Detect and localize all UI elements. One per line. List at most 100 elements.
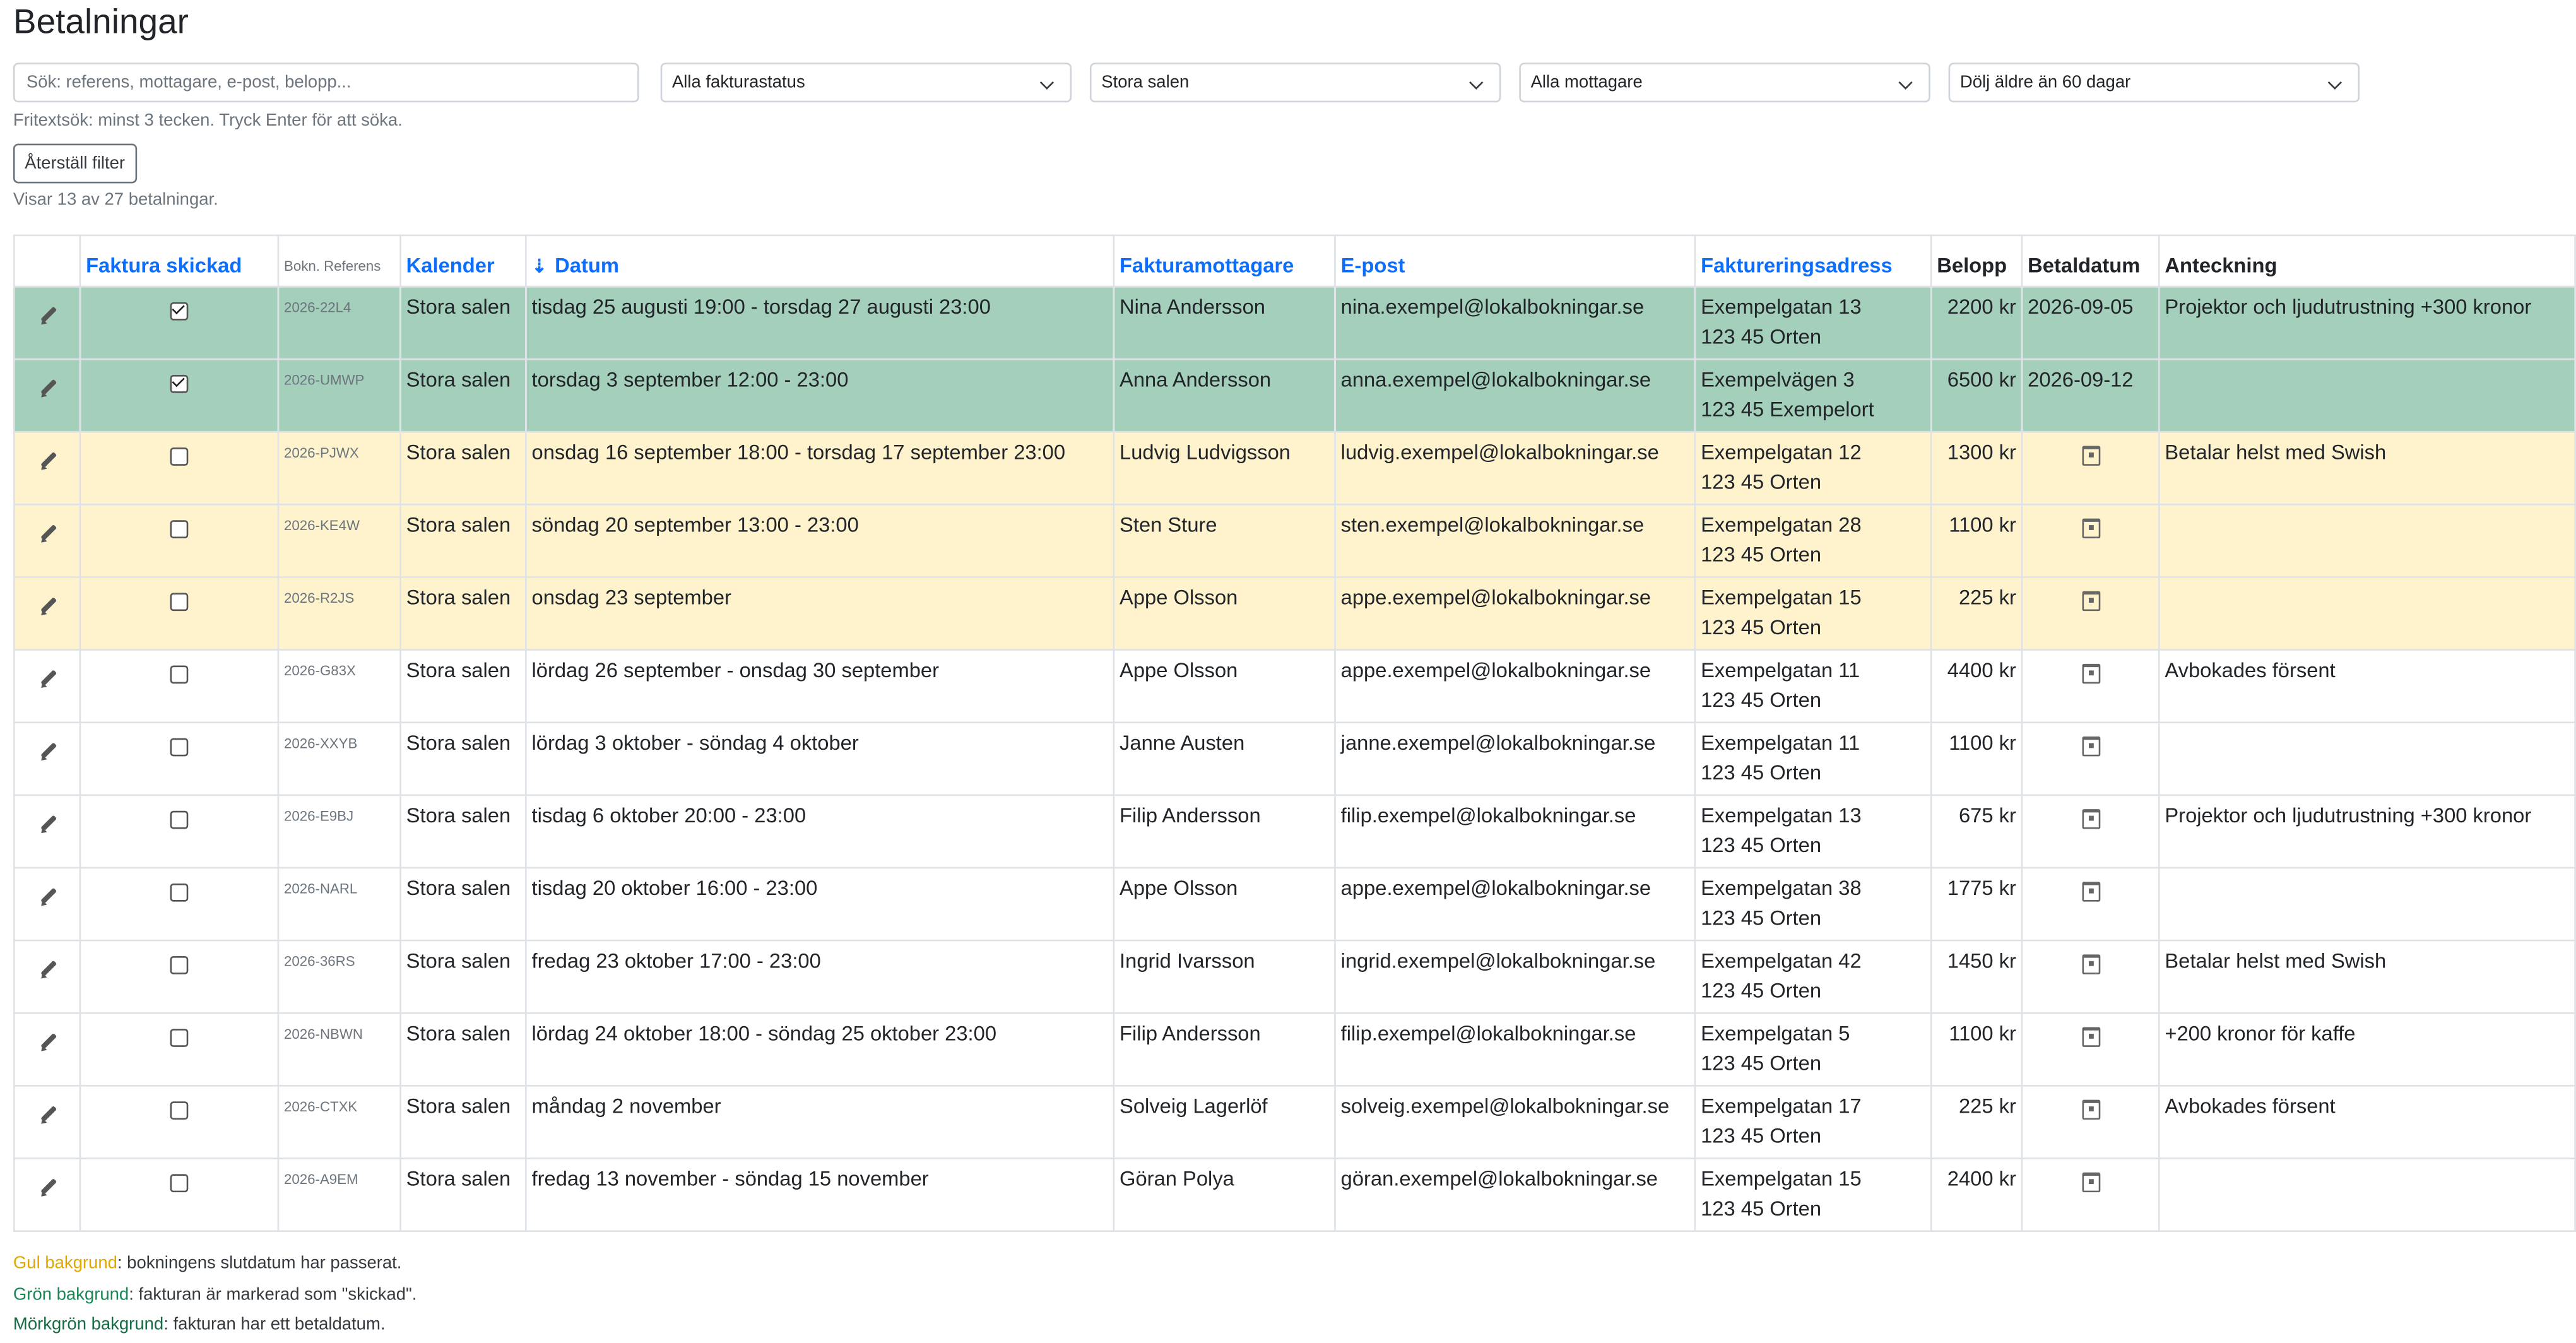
recipient-email: sten.exempel@lokalbokningar.se — [1334, 504, 1696, 578]
status-select[interactable]: Alla fakturastatus — [660, 62, 1072, 103]
address-line-2: 123 45 Orten — [1701, 470, 1822, 494]
booking-date: fredag 23 oktober 17:00 - 23:00 — [525, 939, 1115, 1014]
result-count: Visar 13 av 27 betalningar. — [13, 189, 218, 210]
address-line-1: Exempelgatan 28 — [1701, 513, 1862, 537]
recipient-name: Appe Olsson — [1113, 867, 1336, 942]
pencil-icon[interactable] — [38, 1034, 55, 1050]
table-row: 2026-A9EM Stora salen fredag 13 november -… — [13, 1157, 2576, 1232]
search-input[interactable] — [13, 62, 639, 103]
invoice-sent-checkbox[interactable] — [170, 520, 189, 539]
header-date[interactable]: ⇣ Datum — [525, 234, 1115, 288]
calendar-name: Stora salen — [399, 504, 527, 578]
address-line-1: Exempelgatan 13 — [1701, 295, 1862, 319]
note: Projektor och ljudutrustning +300 kronor — [2158, 794, 2576, 869]
calendar-icon[interactable] — [2081, 1027, 2100, 1047]
recipient-select[interactable]: Alla mottagare — [1519, 62, 1930, 103]
table-row: 2026-NARL Stora salen tisdag 20 oktober 16… — [13, 867, 2576, 942]
header-email[interactable]: E-post — [1334, 234, 1696, 288]
legend-yellow-text: : bokningens slutdatum har passerat. — [117, 1253, 402, 1274]
header-invoice-sent[interactable]: Faktura skickad — [79, 234, 280, 288]
address-line-2: 123 45 Exempelort — [1701, 398, 1874, 422]
invoice-sent-checkbox[interactable] — [170, 810, 189, 829]
calendar-select-value: Stora salen — [1101, 73, 1190, 93]
chevron-down-icon — [1469, 75, 1484, 90]
amount: 225 kr — [1930, 1085, 2023, 1159]
invoice-sent-checkbox[interactable] — [170, 956, 189, 974]
calendar-select[interactable]: Stora salen — [1089, 62, 1501, 103]
table-row: 2026-22L4 Stora salen tisdag 25 augusti 19… — [13, 285, 2576, 360]
header-address[interactable]: Faktureringsadress — [1694, 234, 1932, 288]
pencil-icon[interactable] — [38, 670, 55, 687]
edit-cell — [13, 1157, 81, 1232]
amount: 1775 kr — [1930, 867, 2023, 942]
pencil-icon[interactable] — [38, 1179, 55, 1195]
calendar-icon[interactable] — [2081, 663, 2100, 684]
invoice-sent-checkbox[interactable] — [170, 447, 189, 466]
calendar-icon[interactable] — [2081, 954, 2100, 974]
pencil-icon[interactable] — [38, 961, 55, 978]
invoice-sent-checkbox[interactable] — [170, 302, 189, 321]
amount: 1100 kr — [1930, 504, 2023, 578]
recipient-name: Anna Andersson — [1113, 358, 1336, 433]
invoice-sent-checkbox[interactable] — [170, 1174, 189, 1193]
calendar-icon[interactable] — [2081, 518, 2100, 539]
booking-ref: 2026-E9BJ — [277, 794, 401, 869]
header-calendar[interactable]: Kalender — [399, 234, 527, 288]
booking-ref: 2026-G83X — [277, 649, 401, 724]
note — [2158, 721, 2576, 796]
legend-green: Grön bakgrund: fakturan är markerad som … — [13, 1285, 417, 1305]
invoice-sent-checkbox[interactable] — [170, 1101, 189, 1120]
header-recipient[interactable]: Fakturamottagare — [1113, 234, 1336, 288]
pencil-icon[interactable] — [38, 525, 55, 541]
billing-address: Exempelgatan 5 123 45 Orten — [1694, 1012, 1932, 1087]
booking-date: onsdag 16 september 18:00 - torsdag 17 s… — [525, 430, 1115, 506]
booking-ref: 2026-NBWN — [277, 1012, 401, 1087]
invoice-sent-cell — [79, 358, 280, 433]
invoice-sent-checkbox[interactable] — [170, 593, 189, 612]
calendar-icon[interactable] — [2081, 737, 2100, 757]
header-ref: Bokn. Referens — [277, 234, 401, 288]
payments-table: Faktura skickad Bokn. Referens Kalender … — [13, 234, 2576, 1232]
pencil-icon[interactable] — [38, 453, 55, 469]
pencil-icon[interactable] — [38, 1106, 55, 1123]
booking-ref: 2026-CTXK — [277, 1085, 401, 1159]
reset-filter-button[interactable]: Återställ filter — [13, 143, 137, 184]
pencil-icon[interactable] — [38, 889, 55, 905]
calendar-icon[interactable] — [2081, 446, 2100, 466]
address-line-2: 123 45 Orten — [1701, 689, 1822, 712]
address-line-2: 123 45 Orten — [1701, 1197, 1822, 1221]
status-select-value: Alla fakturastatus — [671, 73, 805, 93]
table-row: 2026-E9BJ Stora salen tisdag 6 oktober 20:… — [13, 794, 2576, 869]
calendar-icon[interactable] — [2081, 1099, 2100, 1120]
pencil-icon[interactable] — [38, 816, 55, 832]
pencil-icon[interactable] — [38, 598, 55, 614]
invoice-sent-checkbox[interactable] — [170, 665, 189, 684]
legend-yellow: Gul bakgrund: bokningens slutdatum har p… — [13, 1253, 402, 1273]
calendar-icon[interactable] — [2081, 809, 2100, 829]
calendar-icon[interactable] — [2081, 1172, 2100, 1193]
age-select[interactable]: Dölj äldre än 60 dagar — [1948, 62, 2360, 103]
pencil-icon[interactable] — [38, 307, 55, 324]
amount: 1100 kr — [1930, 721, 2023, 796]
billing-address: Exempelgatan 28 123 45 Orten — [1694, 504, 1932, 578]
pencil-icon[interactable] — [38, 743, 55, 759]
legend-green-key: Grön bakgrund — [13, 1284, 129, 1305]
invoice-sent-cell — [79, 285, 280, 360]
edit-cell — [13, 1085, 81, 1159]
address-line-1: Exempelgatan 38 — [1701, 877, 1862, 901]
invoice-sent-cell — [79, 1157, 280, 1232]
paid-date: 2026-09-05 — [2028, 295, 2134, 319]
recipient-email: nina.exempel@lokalbokningar.se — [1334, 285, 1696, 360]
billing-address: Exempelgatan 15 123 45 Orten — [1694, 1157, 1932, 1232]
amount: 675 kr — [1930, 794, 2023, 869]
edit-cell — [13, 1012, 81, 1087]
recipient-name: Ingrid Ivarsson — [1113, 939, 1336, 1014]
paid-date-cell — [2021, 1157, 2160, 1232]
calendar-icon[interactable] — [2081, 591, 2100, 612]
pencil-icon[interactable] — [38, 380, 55, 396]
invoice-sent-checkbox[interactable] — [170, 1029, 189, 1047]
invoice-sent-checkbox[interactable] — [170, 738, 189, 757]
invoice-sent-checkbox[interactable] — [170, 883, 189, 902]
calendar-icon[interactable] — [2081, 882, 2100, 902]
invoice-sent-checkbox[interactable] — [170, 374, 189, 393]
